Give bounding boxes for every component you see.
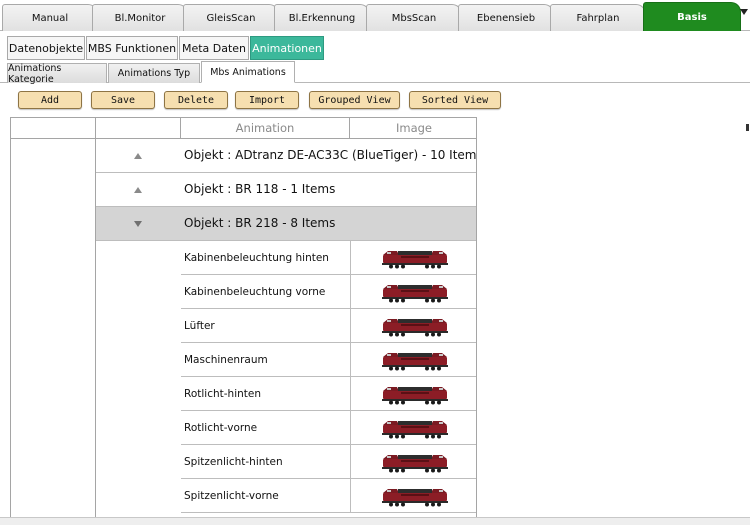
locomotive-icon: [382, 319, 448, 337]
column-header-animation[interactable]: Animation: [181, 118, 350, 139]
locomotive-icon: [382, 353, 448, 371]
locomotive-icon: [382, 455, 448, 473]
locomotive-icon: [382, 387, 448, 405]
delete-button[interactable]: Delete: [164, 91, 228, 109]
table-row[interactable]: Kabinenbeleuchtung vorne: [181, 275, 476, 309]
image-cell: [350, 275, 476, 308]
group-row-expanded[interactable]: Objekt : BR 218 - 8 Items: [96, 207, 476, 241]
add-button[interactable]: Add: [18, 91, 82, 109]
table-row[interactable]: Rotlicht-vorne: [181, 411, 476, 445]
toolbar: Add Save Delete Import Grouped View Sort…: [0, 88, 750, 112]
tab-animationen[interactable]: Animationen: [250, 36, 324, 60]
table-row[interactable]: Lüfter: [181, 309, 476, 343]
expand-arrow-icon[interactable]: [134, 221, 142, 227]
tab-meta-daten[interactable]: Meta Daten: [179, 36, 249, 60]
table-row[interactable]: Spitzenlicht-vorne: [181, 479, 476, 513]
image-cell: [350, 309, 476, 342]
image-cell: [350, 479, 476, 512]
tab-gleisscan[interactable]: GleisScan: [183, 4, 279, 31]
group-label: Objekt : BR 118 - 1 Items: [184, 182, 336, 196]
group-row[interactable]: Objekt : ADtranz DE-AC33C (BlueTiger) - …: [96, 139, 477, 173]
grid-divider: [476, 139, 477, 517]
table-row[interactable]: Spitzenlicht-hinten: [181, 445, 476, 479]
collapse-arrow-icon[interactable]: [134, 187, 142, 193]
save-button[interactable]: Save: [91, 91, 155, 109]
tab-basis[interactable]: Basis: [643, 2, 741, 31]
tab-animations-typ[interactable]: Animations Typ: [108, 63, 200, 83]
animation-grid: Animation Image Objekt : ADtranz DE-AC33…: [10, 117, 477, 517]
animation-name: Rotlicht-hinten: [184, 388, 261, 400]
animation-tab-strip: Animations Kategorie Animations Typ Mbs …: [0, 61, 750, 85]
column-header-image[interactable]: Image: [350, 118, 476, 139]
tab-mbs-funktionen[interactable]: MBS Funktionen: [86, 36, 178, 60]
table-row[interactable]: Kabinenbeleuchtung hinten: [181, 241, 476, 275]
main-tab-strip: Manual Bl.Monitor GleisScan Bl.Erkennung…: [0, 0, 750, 31]
tab-mbs-animations[interactable]: Mbs Animations: [201, 61, 295, 83]
group-label: Objekt : ADtranz DE-AC33C (BlueTiger) - …: [184, 148, 477, 162]
grid-header-spacer: [11, 118, 96, 139]
tab-animations-kategorie[interactable]: Animations Kategorie: [7, 63, 107, 85]
tab-bl-erkennung[interactable]: Bl.Erkennung: [274, 4, 370, 31]
tab-ebenensieb[interactable]: Ebenensieb: [458, 4, 554, 31]
animation-name: Spitzenlicht-hinten: [184, 456, 283, 468]
grouped-view-button[interactable]: Grouped View: [309, 91, 400, 109]
status-bar: [0, 517, 750, 525]
locomotive-icon: [382, 251, 448, 269]
image-cell: [350, 411, 476, 444]
tab-overflow-icon[interactable]: [740, 9, 748, 15]
tab-fahrplan[interactable]: Fahrplan: [550, 4, 646, 31]
animation-name: Rotlicht-vorne: [184, 422, 258, 434]
locomotive-icon: [382, 489, 448, 507]
image-cell: [350, 343, 476, 376]
image-cell: [350, 377, 476, 410]
collapse-arrow-icon[interactable]: [134, 153, 142, 159]
animation-name: Kabinenbeleuchtung vorne: [184, 286, 326, 298]
import-button[interactable]: Import: [235, 91, 299, 109]
group-label: Objekt : BR 218 - 8 Items: [184, 216, 336, 230]
sorted-view-button[interactable]: Sorted View: [409, 91, 501, 109]
animation-name: Maschinenraum: [184, 354, 268, 366]
table-row[interactable]: Rotlicht-hinten: [181, 377, 476, 411]
group-row[interactable]: Objekt : BR 118 - 1 Items: [96, 173, 476, 207]
image-cell: [350, 445, 476, 478]
locomotive-icon: [382, 285, 448, 303]
table-row[interactable]: Maschinenraum: [181, 343, 476, 377]
grid-header-group: [96, 118, 181, 139]
scrollbar-handle[interactable]: [746, 124, 749, 131]
animation-name: Spitzenlicht-vorne: [184, 490, 279, 502]
tab-manual[interactable]: Manual: [2, 4, 98, 31]
locomotive-icon: [382, 421, 448, 439]
tab-datenobjekte[interactable]: Datenobjekte: [7, 36, 85, 60]
animation-name: Lüfter: [184, 320, 215, 332]
sub-tab-strip: Datenobjekte MBS Funktionen Meta Daten A…: [0, 36, 750, 60]
tab-bl-monitor[interactable]: Bl.Monitor: [92, 4, 188, 31]
animation-name: Kabinenbeleuchtung hinten: [184, 252, 329, 264]
tab-mbsscan[interactable]: MbsScan: [366, 4, 462, 31]
image-cell: [350, 241, 476, 274]
